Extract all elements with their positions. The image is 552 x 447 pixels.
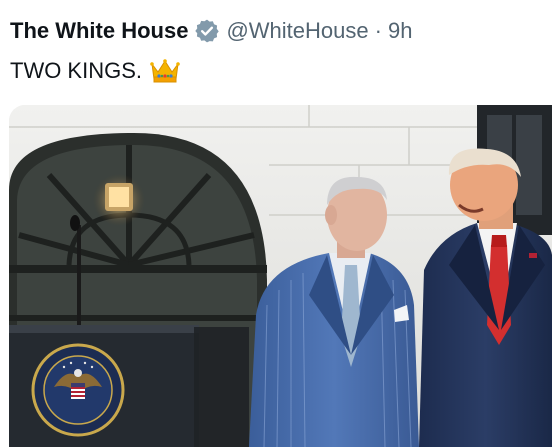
tweet-text: TWO KINGS. [10,56,180,86]
tweet-header: The White House @WhiteHouse · 9h [10,16,412,46]
tweet-text-content: TWO KINGS. [10,58,142,83]
author-handle[interactable]: @WhiteHouse [226,16,368,46]
author-display-name[interactable]: The White House [10,16,188,46]
tweet-media-photo[interactable] [9,105,552,447]
presidential-seal-icon [31,343,125,437]
timestamp[interactable]: 9h [388,16,412,46]
separator-dot: · [374,18,382,43]
verified-badge-icon[interactable] [194,18,220,44]
crown-emoji-icon [150,58,180,84]
